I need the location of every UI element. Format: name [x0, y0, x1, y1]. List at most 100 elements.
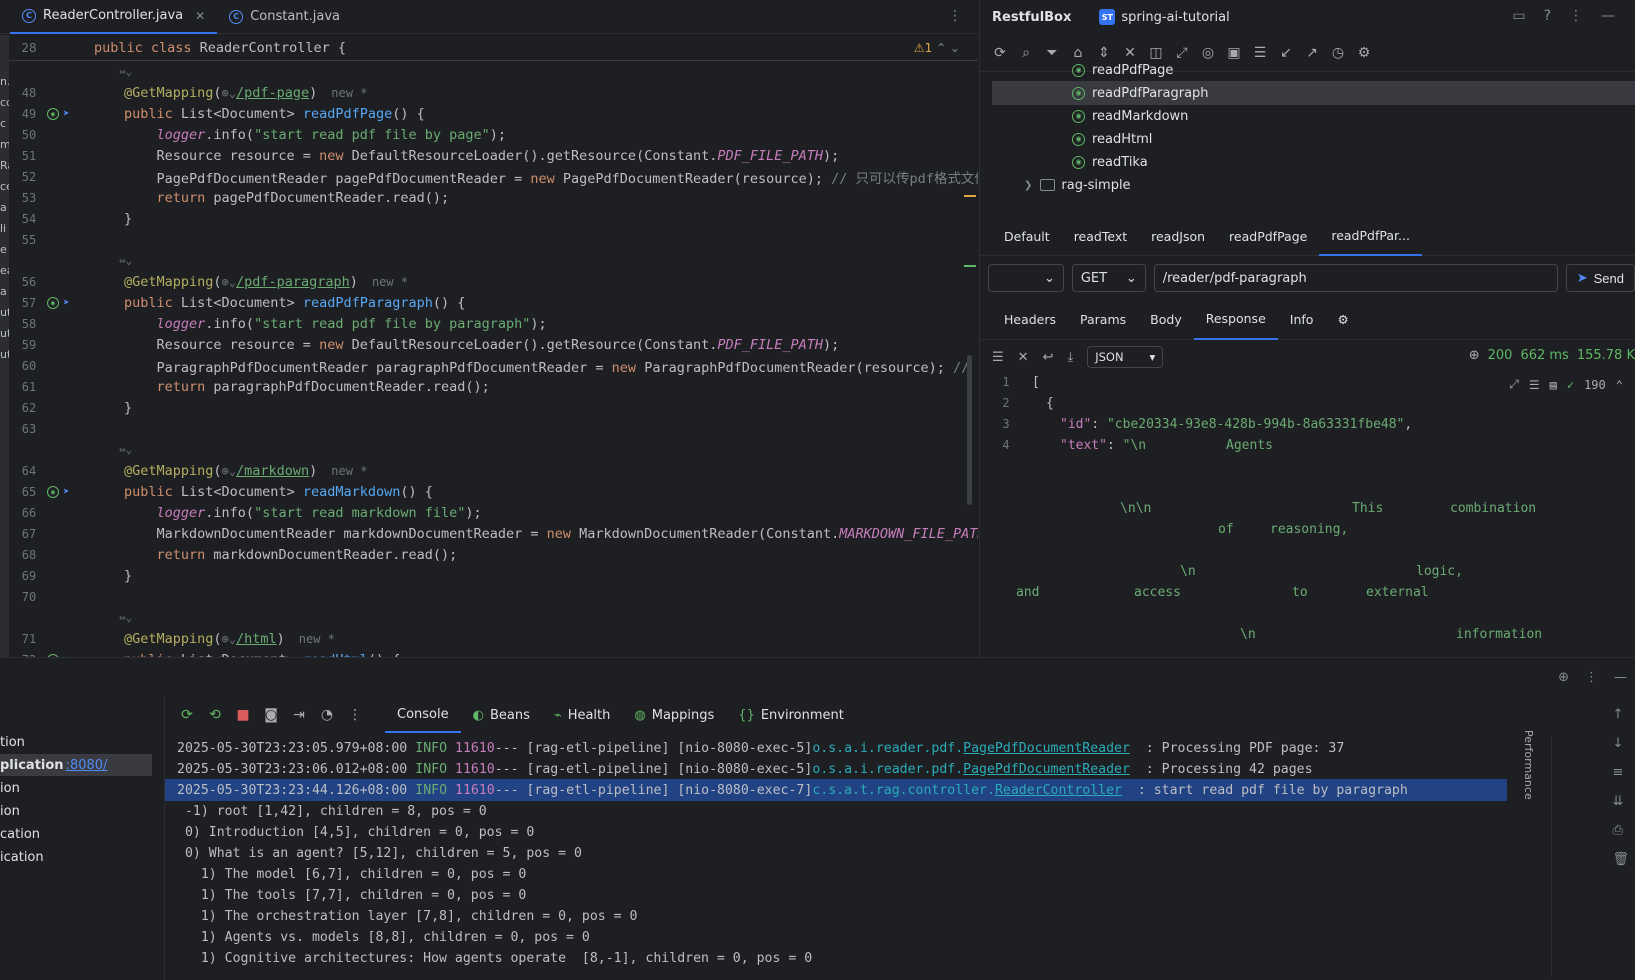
- code-line[interactable]: 71 @GetMapping(⊕⌄/html) new *: [9, 628, 968, 649]
- code-line[interactable]: 70: [9, 586, 968, 607]
- collapse-icon[interactable]: ✕: [1018, 350, 1029, 365]
- tab-reader-controller[interactable]: C ReaderController.java ✕: [10, 0, 218, 34]
- code-line[interactable]: ⇔⌄: [9, 61, 968, 82]
- endpoint-icon[interactable]: ◉: [47, 485, 59, 498]
- service-item[interactable]: ication: [0, 846, 152, 868]
- format-select[interactable]: JSON ▾: [1087, 346, 1164, 368]
- code-line[interactable]: 68 return markdownDocumentReader.read();: [9, 544, 968, 565]
- service-item[interactable]: cation: [0, 823, 152, 845]
- trash-icon[interactable]: 🗑: [1612, 852, 1629, 867]
- print-icon[interactable]: ⎙: [1612, 823, 1629, 838]
- log-line[interactable]: 1) The model [6,7], children = 0, pos = …: [165, 863, 527, 885]
- log-line[interactable]: 0) What is an agent? [5,12], children = …: [165, 842, 582, 864]
- rerun-icon[interactable]: ⟳: [179, 707, 195, 723]
- log-line[interactable]: 1) The orchestration layer [7,8], childr…: [165, 905, 638, 927]
- request-tab[interactable]: Default: [992, 218, 1062, 256]
- camera-icon[interactable]: ◙: [263, 707, 279, 723]
- code-line[interactable]: 57 ◉ ➤ public List<Document> readPdfParagra…: [9, 292, 968, 313]
- code-line[interactable]: 49 ◉ ➤ public List<Document> readPdfPage() …: [9, 103, 968, 124]
- console-tab[interactable]: {} Environment: [726, 697, 856, 733]
- request-tab[interactable]: readJson: [1139, 218, 1217, 256]
- code-line[interactable]: 62}: [9, 397, 968, 418]
- more-icon[interactable]: ⋮: [1569, 8, 1583, 24]
- code-line[interactable]: 59 Resource resource = new DefaultResour…: [9, 334, 968, 355]
- log-line[interactable]: 1) Cognitive architectures: How agents o…: [165, 947, 812, 969]
- request-tab[interactable]: readPdfPage: [1217, 218, 1319, 256]
- change-marker[interactable]: [964, 265, 976, 267]
- response-tab[interactable]: Info: [1278, 300, 1326, 340]
- code-editor[interactable]: C ReaderController.java ✕ C Constant.jav…: [0, 0, 978, 657]
- code-line[interactable]: 53 return pagePdfDocumentReader.read();: [9, 187, 968, 208]
- code-line[interactable]: 67 MarkdownDocumentReader markdownDocume…: [9, 523, 978, 544]
- endpoint-item[interactable]: ◉ readMarkdown: [992, 104, 1635, 128]
- fold-icon[interactable]: ⇔⌄: [119, 65, 132, 78]
- code-line[interactable]: ⇔⌄: [9, 439, 968, 460]
- log-line[interactable]: -1) root [1,42], children = 8, pos = 0: [165, 800, 487, 822]
- code-line[interactable]: 66 logger.info("start read markdown file…: [9, 502, 968, 523]
- profiler-icon[interactable]: ◔: [319, 707, 335, 723]
- response-tab[interactable]: Response: [1193, 300, 1278, 340]
- code-line[interactable]: 61 return paragraphPdfDocumentReader.rea…: [9, 376, 968, 397]
- service-item[interactable]: tion: [0, 731, 152, 753]
- send-request-icon[interactable]: ➤: [63, 485, 75, 498]
- response-tab[interactable]: Headers: [992, 300, 1068, 340]
- code-line[interactable]: 63: [9, 418, 968, 439]
- code-line[interactable]: 54}: [9, 208, 968, 229]
- code-line[interactable]: 56 @GetMapping(⊕⌄/pdf-paragraph) new *: [9, 271, 968, 292]
- services-tree[interactable]: tion plication:8080/ion ion cation ication: [0, 697, 160, 980]
- fold-icon[interactable]: ⇔⌄: [119, 254, 132, 267]
- run-console[interactable]: ⟳ ⟲ ■ ◙ ⇥ ◔ ⋮ Console ◐ Beans ⌁ Health ◍ Mappi…: [164, 697, 1635, 980]
- log-line[interactable]: 0) Introduction [4,5], children = 0, pos…: [165, 821, 534, 843]
- code-line[interactable]: 69}: [9, 565, 968, 586]
- request-tab[interactable]: readText: [1062, 218, 1139, 256]
- service-item[interactable]: ion: [0, 777, 152, 799]
- log-line[interactable]: 1) The tools [7,7], children = 0, pos = …: [165, 884, 527, 906]
- tab-constant[interactable]: C Constant.java: [217, 0, 352, 34]
- log-line[interactable]: 2025-05-30T23:23:06.012+08:00 INFO 11610 -…: [165, 758, 1313, 780]
- endpoint-tree[interactable]: ◉ readPdfPage ◉ readPdfParagraph ◉ readMarkdo…: [980, 63, 1635, 214]
- response-tab[interactable]: Params: [1068, 300, 1138, 340]
- project-selector[interactable]: ST spring-ai-tutorial: [1099, 9, 1230, 25]
- more-icon[interactable]: ⋮: [948, 8, 962, 24]
- folder-item[interactable]: ❯ rag-simple: [992, 173, 1635, 197]
- code-line[interactable]: 55: [9, 229, 968, 250]
- editor-scrollbar[interactable]: [967, 355, 972, 505]
- format-icon[interactable]: ☰: [992, 350, 1004, 365]
- performance-label[interactable]: Performance: [1522, 730, 1535, 800]
- code-line[interactable]: 64 @GetMapping(⊕⌄/markdown) new *: [9, 460, 968, 481]
- console-tab[interactable]: ⌁ Health: [542, 697, 623, 733]
- request-tab[interactable]: readPdfPar...: [1319, 218, 1422, 256]
- arrow-up-icon[interactable]: ↑: [1612, 707, 1629, 722]
- environment-select[interactable]: ⌄: [988, 264, 1064, 292]
- log-line[interactable]: 2025-05-30T23:23:05.979+08:00 INFO 11610 -…: [165, 737, 1344, 759]
- response-tab[interactable]: Body: [1138, 300, 1194, 340]
- folder-icon[interactable]: ▭: [1512, 8, 1525, 24]
- endpoint-item[interactable]: ◉ readTika: [992, 150, 1635, 174]
- stop-icon[interactable]: ■: [235, 707, 251, 723]
- wrap-icon[interactable]: ↩: [1043, 350, 1054, 365]
- method-select[interactable]: GET ⌄: [1071, 264, 1146, 292]
- code-line[interactable]: 65 ◉ ➤ public List<Document> readMarkdown()…: [9, 481, 968, 502]
- console-tab[interactable]: ◐ Beans: [461, 697, 542, 733]
- restart-icon[interactable]: ⟲: [207, 707, 223, 723]
- code-line[interactable]: ⇔⌄: [9, 250, 968, 271]
- minimize-icon[interactable]: —: [1601, 8, 1615, 24]
- send-request-icon[interactable]: ➤: [63, 107, 75, 120]
- log-line[interactable]: 2025-05-30T23:23:44.126+08:00 INFO 11610 -…: [165, 779, 1507, 801]
- endpoint-item[interactable]: ◉ readHtml: [992, 127, 1635, 151]
- more-icon[interactable]: ⋮: [1585, 670, 1598, 685]
- more-icon[interactable]: ⋮: [347, 707, 363, 723]
- target-icon[interactable]: ⊕: [1558, 670, 1569, 685]
- sticky-header[interactable]: 28 public class ReaderController { ⚠1 ⌃ …: [9, 35, 978, 61]
- console-tab[interactable]: ◍ Mappings: [622, 697, 726, 733]
- console-output[interactable]: 2025-05-30T23:23:05.979+08:00 INFO 11610 -…: [165, 733, 1635, 980]
- arrow-down-icon[interactable]: ↓: [1612, 736, 1629, 751]
- endpoint-icon[interactable]: ◉: [47, 107, 59, 120]
- endpoint-item[interactable]: ◉ readPdfPage: [992, 58, 1635, 82]
- code-line[interactable]: 58 logger.info("start read pdf file by p…: [9, 313, 968, 334]
- close-icon[interactable]: ✕: [195, 9, 205, 23]
- console-tab[interactable]: Console: [385, 697, 461, 733]
- json-viewer[interactable]: ⤢ ☰ ▤ ✓ 190 ⌃ 1[ 2{ 3 "id": "cbe20334-93e…: [980, 375, 1635, 657]
- fold-icon[interactable]: ⇔⌄: [119, 611, 132, 624]
- code-lines[interactable]: ⇔⌄ 48 @GetMapping(⊕⌄/pdf-page) new * 49 ◉ ➤ pub…: [9, 61, 978, 657]
